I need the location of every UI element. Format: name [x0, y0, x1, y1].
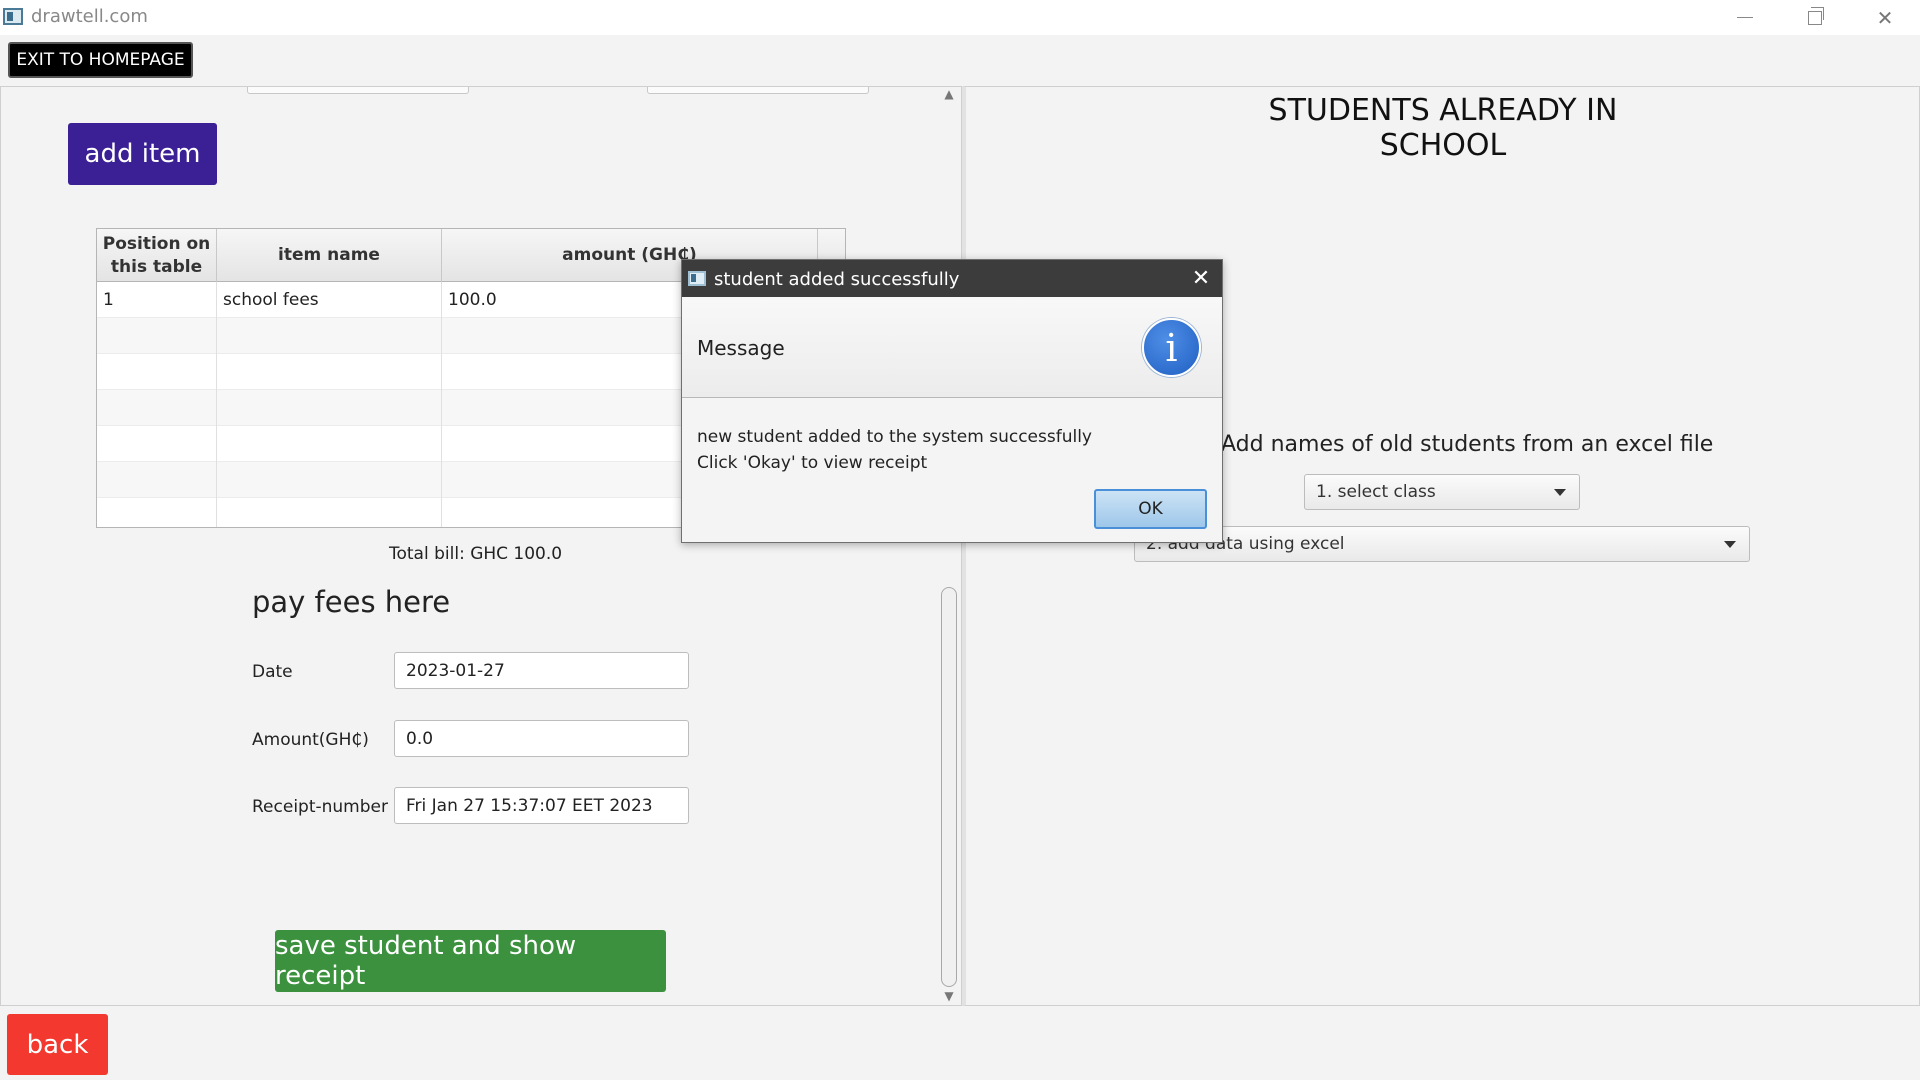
- minimize-icon: [1737, 17, 1753, 18]
- dialog-message: new student added to the system successf…: [697, 424, 1092, 476]
- receipt-number-field[interactable]: Fri Jan 27 15:37:07 EET 2023: [394, 787, 689, 824]
- chevron-down-icon: [1554, 489, 1566, 496]
- dialog-close-button[interactable]: ✕: [1188, 265, 1214, 291]
- scroll-down-icon[interactable]: ▼: [943, 990, 955, 1002]
- info-icon: i: [1142, 318, 1201, 377]
- ok-button[interactable]: OK: [1094, 489, 1207, 529]
- dialog-header: Message i: [682, 297, 1222, 398]
- success-dialog: student added successfully ✕ Message i n…: [681, 259, 1223, 543]
- close-icon: ✕: [1191, 265, 1211, 291]
- partial-input-field[interactable]: [647, 87, 869, 94]
- dialog-message-line: Click 'Okay' to view receipt: [697, 453, 928, 473]
- date-field[interactable]: 2023-01-27: [394, 652, 689, 689]
- right-panel: STUDENTS ALREADY IN SCHOOL Add names of …: [962, 86, 1920, 1006]
- date-label: Date: [252, 662, 293, 682]
- scrollbar-thumb[interactable]: [941, 587, 957, 987]
- scroll-up-icon[interactable]: ▲: [943, 88, 955, 100]
- app-icon: [688, 271, 706, 286]
- amount-field[interactable]: 0.0: [394, 720, 689, 757]
- select-class-dropdown[interactable]: 1. select class: [1304, 474, 1580, 510]
- maximize-icon: [1808, 6, 1824, 25]
- window-title: drawtell.com: [31, 6, 148, 27]
- excel-import-label: Add names of old students from an excel …: [1221, 432, 1714, 457]
- partial-input-field[interactable]: [247, 87, 469, 94]
- dialog-header-text: Message: [697, 336, 785, 360]
- chevron-down-icon: [1724, 541, 1736, 548]
- minimize-button[interactable]: [1710, 0, 1780, 35]
- column-header-item-name[interactable]: item name: [217, 229, 442, 282]
- column-header-position[interactable]: Position on this table: [97, 229, 217, 282]
- cell-position: 1: [97, 282, 217, 318]
- window-titlebar: drawtell.com ✕: [0, 0, 1920, 35]
- vertical-scrollbar[interactable]: ▲ ▼: [938, 87, 960, 1005]
- left-panel: add item Position on this table item nam…: [0, 86, 962, 1006]
- back-button[interactable]: back: [7, 1014, 108, 1075]
- dialog-titlebar: student added successfully ✕: [682, 260, 1222, 297]
- save-student-button[interactable]: save student and show receipt: [275, 930, 666, 992]
- students-heading: STUDENTS ALREADY IN SCHOOL: [1268, 93, 1618, 163]
- dialog-title: student added successfully: [714, 269, 960, 290]
- select-class-value: 1. select class: [1316, 482, 1436, 502]
- total-bill-label: Total bill: GHC 100.0: [389, 544, 563, 564]
- app-icon: [3, 8, 23, 25]
- window-close-button[interactable]: ✕: [1850, 0, 1920, 35]
- cell-item-name: school fees: [217, 282, 442, 318]
- pay-fees-heading: pay fees here: [252, 585, 451, 619]
- amount-label: Amount(GH₵): [252, 730, 369, 750]
- dialog-message-line: new student added to the system successf…: [697, 427, 1092, 447]
- close-icon: ✕: [1876, 5, 1894, 30]
- maximize-button[interactable]: [1780, 0, 1850, 35]
- add-data-excel-dropdown[interactable]: 2. add data using excel: [1134, 526, 1750, 562]
- exit-to-homepage-button[interactable]: EXIT TO HOMEPAGE: [8, 42, 193, 78]
- add-item-button[interactable]: add item: [68, 123, 217, 185]
- receipt-number-label: Receipt-number: [252, 797, 388, 817]
